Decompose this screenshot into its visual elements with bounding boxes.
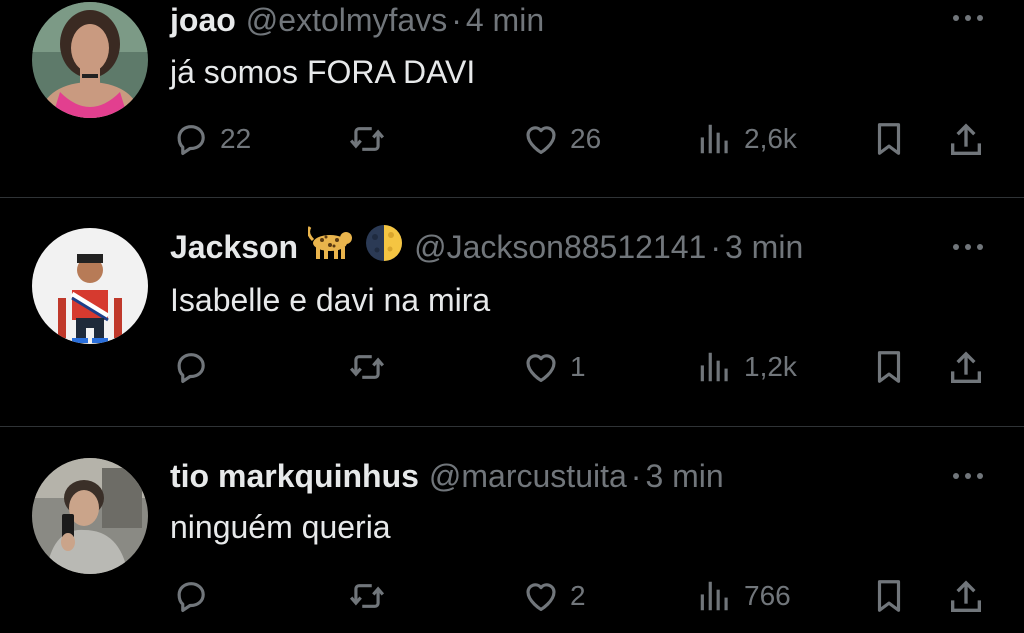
repost-arrows-icon <box>346 577 388 615</box>
share-upload-icon <box>946 577 986 617</box>
repost-button[interactable] <box>346 120 388 158</box>
views-button[interactable]: 1,2k <box>696 348 797 386</box>
display-name[interactable]: tio markquinhus <box>170 458 419 495</box>
timestamp[interactable]: 3 min <box>725 229 803 266</box>
share-button[interactable] <box>946 577 986 617</box>
reply-button[interactable] <box>172 348 210 386</box>
more-dots-icon[interactable] <box>948 466 988 486</box>
like-button[interactable]: 1 <box>522 348 586 386</box>
share-button[interactable] <box>946 348 986 388</box>
views-count: 2,6k <box>744 123 797 154</box>
like-button[interactable]: 26 <box>522 120 601 158</box>
share-upload-icon <box>946 120 986 160</box>
repost-arrows-icon <box>346 348 388 386</box>
timestamp[interactable]: 3 min <box>645 458 723 495</box>
heart-icon <box>522 348 560 386</box>
more-dots-icon[interactable] <box>948 237 988 257</box>
heart-icon <box>522 120 560 158</box>
heart-icon <box>522 577 560 615</box>
views-button[interactable]: 766 <box>696 577 791 615</box>
views-bars-icon <box>696 120 734 158</box>
handle[interactable]: @extolmyfavs <box>246 2 447 39</box>
tweet-text: já somos FORA DAVI <box>170 54 476 90</box>
avatar[interactable] <box>32 458 148 574</box>
handle[interactable]: @marcustuita <box>429 458 627 495</box>
separator: · <box>451 1 462 38</box>
bookmark-button[interactable] <box>870 120 908 158</box>
tweet[interactable]: tio markquinhus @marcustuita · 3 min nin… <box>0 427 1024 633</box>
bookmark-icon <box>870 577 908 615</box>
separator: · <box>710 228 721 265</box>
bookmark-icon <box>870 120 908 158</box>
like-count: 2 <box>570 580 586 611</box>
avatar[interactable] <box>32 228 148 344</box>
reply-bubble-icon <box>172 577 210 615</box>
reply-button[interactable]: 22 <box>172 120 251 158</box>
timestamp[interactable]: 4 min <box>466 2 544 39</box>
views-bars-icon <box>696 577 734 615</box>
reply-count: 22 <box>220 123 252 154</box>
display-name[interactable]: joao <box>170 2 236 39</box>
views-count: 766 <box>744 580 791 611</box>
tweet[interactable]: Jackson @Jackson88512141 · 3 min Isabell… <box>0 198 1024 426</box>
leopard-emoji-icon <box>307 225 354 269</box>
tweet[interactable]: joao @extolmyfavs · 4 min já somos FORA … <box>0 0 1024 197</box>
reply-bubble-icon <box>172 120 210 158</box>
like-count: 1 <box>570 351 586 382</box>
half-moon-emoji-icon <box>364 223 404 271</box>
like-count: 26 <box>570 123 602 154</box>
handle[interactable]: @Jackson88512141 <box>414 229 706 266</box>
display-name[interactable]: Jackson <box>170 229 298 266</box>
separator: · <box>630 457 642 494</box>
share-button[interactable] <box>946 120 986 160</box>
repost-button[interactable] <box>346 577 388 615</box>
tweet-text: ninguém queria <box>170 509 391 545</box>
bookmark-button[interactable] <box>870 577 908 615</box>
repost-arrows-icon <box>346 120 388 158</box>
reply-bubble-icon <box>172 348 210 386</box>
reply-button[interactable] <box>172 577 210 615</box>
bookmark-button[interactable] <box>870 348 908 386</box>
views-bars-icon <box>696 348 734 386</box>
views-button[interactable]: 2,6k <box>696 120 797 158</box>
tweet-text: Isabelle e davi na mira <box>170 282 491 318</box>
bookmark-icon <box>870 348 908 386</box>
views-count: 1,2k <box>744 351 797 382</box>
like-button[interactable]: 2 <box>522 577 586 615</box>
repost-button[interactable] <box>346 348 388 386</box>
share-upload-icon <box>946 348 986 388</box>
avatar[interactable] <box>32 2 148 118</box>
more-dots-icon[interactable] <box>948 8 988 28</box>
